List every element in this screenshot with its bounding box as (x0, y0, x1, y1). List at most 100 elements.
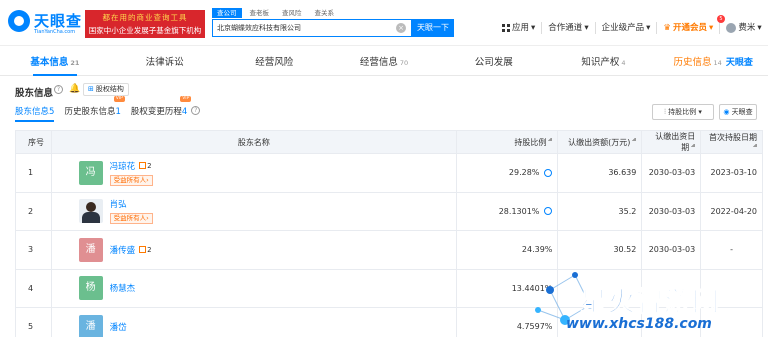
tab-label: 经营风险 (255, 57, 294, 68)
filter-icon: ⫶ (664, 108, 666, 116)
tab-development[interactable]: 公司发展 (439, 52, 549, 75)
nav-app[interactable]: 应用 ▾ (496, 22, 543, 34)
subtab-label: 历史股东信息 (64, 107, 116, 117)
subtab-info-icon[interactable]: ? (191, 106, 201, 115)
holder-name-link[interactable]: 冯琼花 (110, 160, 136, 172)
search-type-tabs: 查公司 查老板 查风险 查关系 (212, 8, 339, 18)
search-tab-company[interactable]: 查公司 (212, 8, 242, 18)
header-first-date[interactable]: 首次持股日期 (700, 130, 763, 154)
table-row: 1 冯 冯琼花 2 受益所有人› 29.28% 36.639 2030-03-0… (15, 153, 763, 193)
header-name: 股东名称 (50, 130, 458, 154)
avatar: 潘 (78, 314, 103, 337)
tab-risk[interactable]: 经营风险 (219, 52, 329, 75)
logo-subtitle: TianYanCha.com (34, 29, 76, 35)
header-capital[interactable]: 认缴出资额(万元) (557, 130, 643, 154)
subtab-history-shareholders[interactable]: 历史股东信息1 VIP (64, 96, 125, 122)
sort-icon (631, 138, 637, 146)
row-seq: 4 (15, 268, 52, 308)
tianyancha-button[interactable]: ◉ 天眼查 (719, 104, 757, 120)
tianyancha-logo[interactable]: 天眼查 TianYanCha.com (8, 8, 84, 38)
subtab-label: 股权变更历程 (130, 107, 182, 117)
holder-name-link[interactable]: 肖弘 (110, 198, 127, 210)
avatar (726, 23, 737, 33)
header-seq: 序号 (15, 130, 52, 154)
subtab-equity-changes[interactable]: 股权变更历程4 VIP (130, 96, 192, 122)
row-holder: 潘 潘岱 (50, 307, 458, 337)
tab-count: 4 (621, 59, 626, 67)
equity-structure-button[interactable]: ⊞ 股权结构 (83, 83, 129, 96)
tab-business[interactable]: 经营信息 70 (329, 52, 439, 75)
clear-icon[interactable]: × (396, 23, 406, 33)
avatar: 冯 (78, 160, 103, 185)
logo-text: 天眼查 (34, 12, 83, 30)
avatar: 杨 (78, 276, 103, 301)
row-holder: 冯 冯琼花 2 受益所有人› (50, 153, 458, 193)
structure-icon: ⊞ (88, 85, 94, 93)
row-capital: 36.639 (557, 153, 643, 193)
vip-tag: VIP (180, 96, 192, 102)
holder-name-link[interactable]: 潘岱 (110, 321, 127, 333)
search-tab-boss[interactable]: 查老板 (245, 8, 275, 18)
ratio-value: 29.28% (508, 168, 540, 178)
row-capital: 35.2 (557, 191, 643, 231)
tab-count: 70 (399, 59, 409, 67)
top-header: 天眼查 TianYanCha.com 都在用的商业查询工具 国家中小企业发展子基… (0, 0, 768, 46)
watermark-url: www.xhcs188.com (566, 316, 712, 332)
tab-legal[interactable]: 法律诉讼 (110, 52, 220, 75)
table-row: 2 肖弘 受益所有人› 28.1301% 35.2 2030-03-03 202… (15, 191, 763, 231)
nav-enterprise[interactable]: 企业级产品 ▾ (596, 22, 658, 34)
tab-label: 知识产权 (581, 57, 620, 68)
subtab-shareholders[interactable]: 股东信息5 (15, 105, 55, 122)
grid-icon (502, 24, 510, 32)
related-count: 2 (147, 245, 152, 254)
header-ratio[interactable]: 持股比例 (456, 130, 559, 154)
tab-count: 21 (70, 59, 80, 67)
header-capital-label: 认缴出资额(万元) (568, 137, 631, 147)
main-tabs: 基本信息 21 法律诉讼 经营风险 经营信息 70 公司发展 知识产权 4 历史信息 1… (0, 52, 768, 76)
search-button[interactable]: 天眼一下 (412, 19, 454, 37)
search-tab-risk[interactable]: 查风险 (277, 8, 307, 18)
beneficiary-tag[interactable]: 受益所有人› (109, 174, 153, 186)
holder-name-link[interactable]: 杨慧杰 (110, 282, 136, 294)
chevron-down-icon: ▾ (646, 23, 651, 33)
watermark-logo: 星火智游网 www.xhcs188.com (530, 260, 768, 337)
subtab-label: 股东信息 (15, 107, 50, 117)
avatar-photo (78, 199, 103, 224)
beneficiary-tag[interactable]: 受益所有人› (109, 213, 153, 225)
holder-name-link[interactable]: 潘传盛 (110, 244, 136, 256)
vip-tag: VIP (113, 96, 125, 102)
search-input[interactable] (217, 20, 392, 36)
related-companies[interactable]: 2 (139, 162, 152, 170)
header-first-label: 首次持股日期 (709, 133, 757, 142)
nav-vip[interactable]: ♛ 开通会员 ▾ (657, 22, 721, 34)
clock-icon[interactable] (544, 168, 553, 177)
tab-basic-info[interactable]: 基本信息 21 (0, 52, 110, 76)
chevron-down-icon: ▾ (757, 23, 762, 33)
header-ratio-label: 持股比例 (514, 137, 547, 147)
promo-line-1: 都在用的商业查询工具 (102, 13, 188, 22)
info-icon[interactable]: ? (54, 85, 63, 94)
search-tab-relation[interactable]: 查关系 (310, 8, 340, 18)
tab-label: 经营信息 (359, 57, 398, 68)
bell-icon[interactable]: 🔔 (69, 84, 80, 94)
table-header-row: 序号 股东名称 持股比例 认缴出资额(万元) 认缴出资日期 首次持股日期 (15, 130, 763, 154)
clock-icon[interactable] (544, 207, 553, 216)
related-companies[interactable]: 2 (139, 245, 152, 254)
chevron-right-icon: › (146, 214, 149, 223)
nav-partner[interactable]: 合作通道 ▾ (542, 22, 596, 34)
equity-structure-label: 股权结构 (95, 85, 124, 93)
row-holder: 肖弘 受益所有人› (50, 191, 458, 231)
header-date-label: 认缴出资日期 (655, 132, 696, 152)
search-box: × (212, 19, 412, 37)
chevron-down-icon: ▾ (698, 108, 702, 116)
tab-count: 14 (713, 59, 722, 67)
sort-icon (547, 138, 553, 146)
header-date[interactable]: 认缴出资日期 (641, 130, 702, 154)
nav-user[interactable]: 费米 ▾ (720, 22, 767, 34)
promo-banner[interactable]: 都在用的商业查询工具 国家中小企业发展子基金旗下机构 (85, 10, 205, 38)
tab-ip[interactable]: 知识产权 4 (549, 52, 659, 75)
chevron-right-icon: › (146, 175, 149, 184)
beneficiary-label: 受益所有人 (113, 175, 147, 184)
tab-history[interactable]: 历史信息 14 天眼查 (658, 52, 768, 75)
ratio-filter-dropdown[interactable]: ⫶ 持股比例 ▾ (652, 104, 714, 120)
